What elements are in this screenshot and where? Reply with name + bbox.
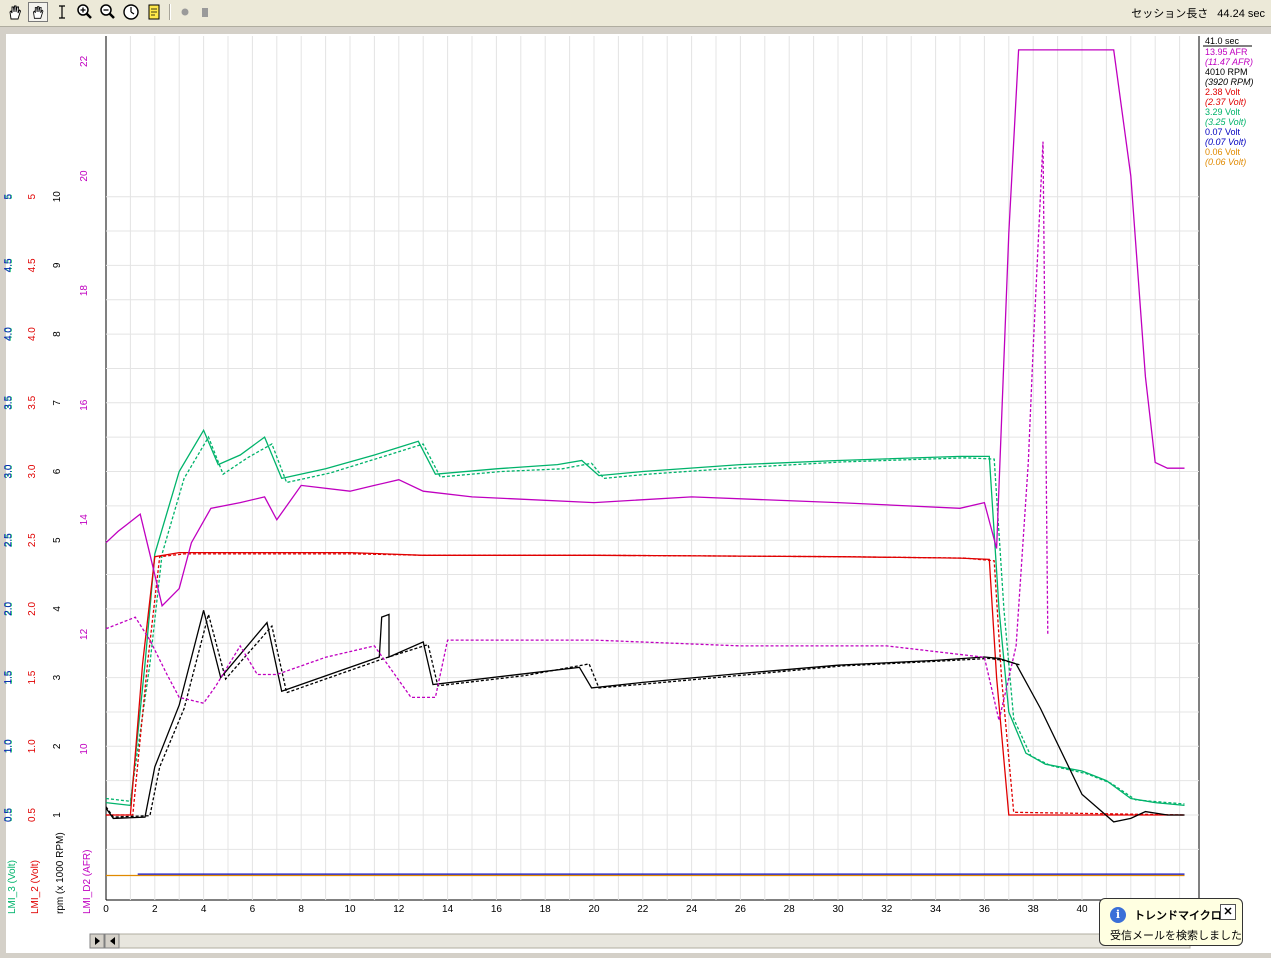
toolbar-separator [169,4,171,20]
x-tick-label: 32 [881,904,893,915]
y-axis-title: LMI_2 (Volt) [30,860,41,914]
session-length-value: 44.24 sec [1217,8,1265,20]
cursor-readout: 0.06 Volt [1205,147,1241,157]
y-tick-label: 4 [52,606,63,612]
y-tick-label: 20 [79,170,90,182]
x-tick-label: 4 [201,904,207,915]
close-button[interactable]: ✕ [1220,904,1236,920]
y-axis-title: rpm (x 1000 RPM) [55,832,66,914]
cursor-readout: 2.38 Volt [1205,87,1241,97]
x-tick-label: 18 [540,904,552,915]
y-axis-title: LMI_3 (Volt) [7,860,18,914]
session-length-label: セッション長さ [1131,8,1209,20]
y-tick-label: 1 [52,812,63,818]
stop-icon[interactable] [195,2,215,22]
session-length: セッション長さ 44.24 sec [1131,5,1265,21]
y-tick-label: 4.5 [27,258,38,272]
cursor-readout: (0.07 Volt) [1205,137,1246,147]
y-tick-label-extra: 4.0 [3,327,14,341]
y-tick-label: 0.5 [27,808,38,822]
y-tick-label-extra: 3.0 [3,464,14,478]
y-tick-label: 18 [79,285,90,297]
y-tick-label: 10 [79,743,90,755]
cursor-i-icon[interactable] [52,2,72,22]
y-tick-label-extra: 3.5 [3,395,14,409]
x-tick-label: 8 [298,904,304,915]
y-tick-label-extra: 2.5 [3,533,14,547]
x-tick-label: 36 [979,904,991,915]
cursor-time-label: 41.0 sec [1205,36,1240,46]
timer-icon[interactable] [121,2,141,22]
y-tick-label: 5 [27,193,38,199]
cursor-readout: (3920 RPM) [1205,77,1254,87]
x-tick-label: 0 [103,904,109,915]
cursor-readout: (3.25 Volt) [1205,117,1246,127]
y-tick-label: 3 [52,674,63,680]
y-tick-label-extra: 1.5 [3,670,14,684]
y-tick-label: 1.0 [27,739,38,753]
y-axis-title: LMI_D2 (AFR) [82,850,93,914]
x-tick-label: 28 [784,904,796,915]
x-tick-label: 34 [930,904,942,915]
y-tick-label-extra: 1.0 [3,739,14,753]
y-tick-label: 3.0 [27,464,38,478]
pan-icon[interactable] [28,2,48,22]
y-tick-label-extra: 4.5 [3,258,14,272]
y-tick-label: 22 [79,55,90,67]
chart: 0 2 4 6 8 10 12 14 16 18 20 22 24 26 28 30 32 34 36 38 400.5… [0,34,1271,953]
x-tick-label: 6 [250,904,256,915]
cursor-readout: 0.07 Volt [1205,127,1241,137]
y-tick-label: 6 [52,468,63,474]
zoom-out-icon[interactable] [98,2,118,22]
x-tick-label: 40 [1076,904,1088,915]
horizontal-scrollbar [89,933,1191,949]
y-tick-label-extra: 0.5 [3,808,14,822]
info-icon: i [1110,907,1126,923]
hand-icon[interactable] [5,2,25,22]
cursor-readout: 3.29 Volt [1205,107,1241,117]
y-tick-label: 3.5 [27,395,38,409]
record-icon[interactable] [175,2,195,22]
x-tick-label: 10 [344,904,356,915]
notes-icon[interactable] [144,2,164,22]
x-tick-label: 38 [1028,904,1040,915]
cursor-readout: (2.37 Volt) [1205,97,1246,107]
y-tick-label: 4.0 [27,327,38,341]
y-tick-label: 12 [79,628,90,640]
notification-balloon[interactable]: i トレンドマイクロ ✕ 受信メールを検索しました [1099,898,1243,946]
zoom-in-icon[interactable] [75,2,95,22]
cursor-readout: 13.95 AFR [1205,47,1248,57]
x-tick-label: 22 [637,904,649,915]
y-tick-label: 16 [79,399,90,411]
x-tick-label: 30 [832,904,844,915]
cursor-readout: 4010 RPM [1205,67,1248,77]
x-tick-label: 26 [735,904,747,915]
y-tick-label: 9 [52,262,63,268]
y-tick-label: 7 [52,400,63,406]
readout-panel [1200,34,1270,953]
chart-area: 0 2 4 6 8 10 12 14 16 18 20 22 24 26 28 30 32 34 36 38 40 0.5… [0,34,1271,958]
y-tick-label: 2.0 [27,602,38,616]
x-tick-label: 12 [393,904,405,915]
y-tick-label: 1.5 [27,670,38,684]
x-tick-label: 20 [588,904,600,915]
cursor-readout: (11.47 AFR) [1205,57,1253,67]
y-tick-label: 8 [52,331,63,337]
x-tick-label: 24 [686,904,698,915]
cursor-readout: (0.06 Volt) [1205,157,1246,167]
y-tick-label: 2 [52,743,63,749]
x-tick-label: 16 [491,904,503,915]
y-tick-label: 14 [79,514,90,526]
x-tick-label: 14 [442,904,454,915]
y-tick-label: 2.5 [27,533,38,547]
x-tick-label: 2 [152,904,158,915]
notification-message: 受信メールを検索しました [1110,930,1242,942]
y-tick-label-extra: 2.0 [3,602,14,616]
y-tick-label: 5 [52,537,63,543]
toolbar: セッション長さ 44.24 sec [0,0,1271,27]
y-tick-label: 10 [52,191,63,203]
y-tick-label-extra: 5 [3,193,14,199]
notification-title: トレンドマイクロ [1134,910,1222,922]
